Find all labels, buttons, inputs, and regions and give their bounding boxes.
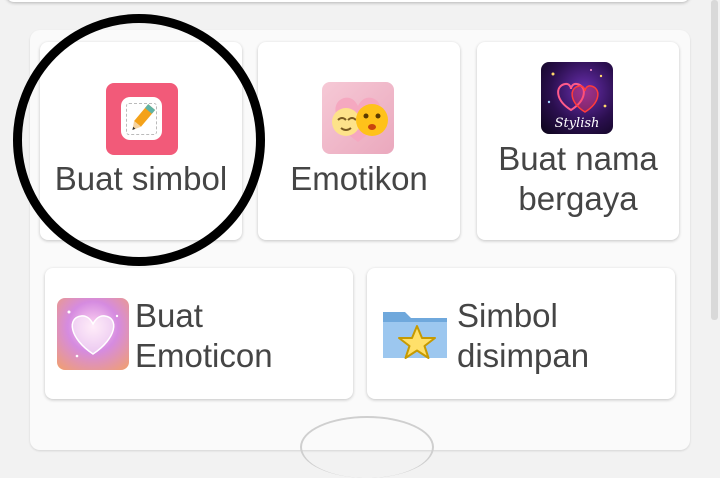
emoticon-button[interactable]: Emotikon: [258, 42, 460, 240]
heart-glow-icon: [57, 298, 129, 370]
stylish-name-label: Buat nama bergaya: [498, 140, 658, 217]
create-emoticon-button[interactable]: Buat Emoticon: [45, 268, 353, 399]
emoji-faces-icon: [322, 82, 394, 154]
create-symbol-button[interactable]: Buat simbol: [40, 42, 242, 240]
create-emoticon-label: Buat Emoticon: [135, 297, 273, 374]
pencil-note-icon: [106, 83, 178, 155]
stylish-icon-text: Stylish: [554, 116, 600, 131]
bottom-partial-button[interactable]: [300, 416, 434, 478]
emoticon-label: Emotikon: [290, 160, 428, 197]
create-symbol-label: Buat simbol: [54, 160, 228, 197]
saved-symbols-button[interactable]: Simbol disimpan: [367, 268, 675, 399]
folder-star-icon: [379, 298, 451, 370]
stylish-hearts-icon: Stylish: [541, 62, 613, 134]
top-card: [6, 0, 690, 2]
saved-symbols-label: Simbol disimpan: [457, 297, 590, 374]
stylish-name-button[interactable]: Stylish Buat nama bergaya: [477, 42, 679, 240]
scrollbar[interactable]: [711, 0, 718, 320]
